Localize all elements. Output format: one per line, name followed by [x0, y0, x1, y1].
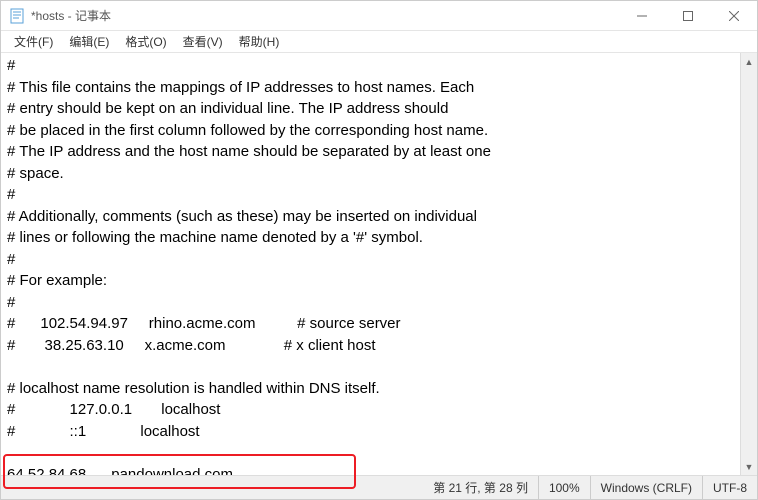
close-button[interactable]	[711, 1, 757, 30]
window-title: *hosts - 记事本	[31, 7, 619, 24]
vertical-scrollbar[interactable]: ▲ ▼	[740, 53, 757, 475]
editor-area: # # This file contains the mappings of I…	[1, 53, 757, 475]
text-editor[interactable]: # # This file contains the mappings of I…	[1, 53, 740, 475]
menu-format[interactable]: 格式(O)	[117, 33, 174, 50]
status-encoding: UTF-8	[702, 476, 757, 499]
statusbar: 第 21 行, 第 28 列 100% Windows (CRLF) UTF-8	[1, 475, 757, 499]
window-controls	[619, 1, 757, 30]
menu-help[interactable]: 帮助(H)	[231, 33, 288, 50]
scroll-down-icon[interactable]: ▼	[741, 458, 757, 475]
minimize-button[interactable]	[619, 1, 665, 30]
menubar: 文件(F) 编辑(E) 格式(O) 查看(V) 帮助(H)	[1, 31, 757, 53]
notepad-icon	[9, 8, 25, 24]
maximize-button[interactable]	[665, 1, 711, 30]
scroll-up-icon[interactable]: ▲	[741, 53, 757, 70]
status-zoom: 100%	[538, 476, 590, 499]
menu-file[interactable]: 文件(F)	[6, 33, 61, 50]
status-position: 第 21 行, 第 28 列	[423, 476, 538, 499]
titlebar: *hosts - 记事本	[1, 1, 757, 31]
menu-view[interactable]: 查看(V)	[175, 33, 231, 50]
status-line-ending: Windows (CRLF)	[590, 476, 702, 499]
menu-edit[interactable]: 编辑(E)	[61, 33, 117, 50]
